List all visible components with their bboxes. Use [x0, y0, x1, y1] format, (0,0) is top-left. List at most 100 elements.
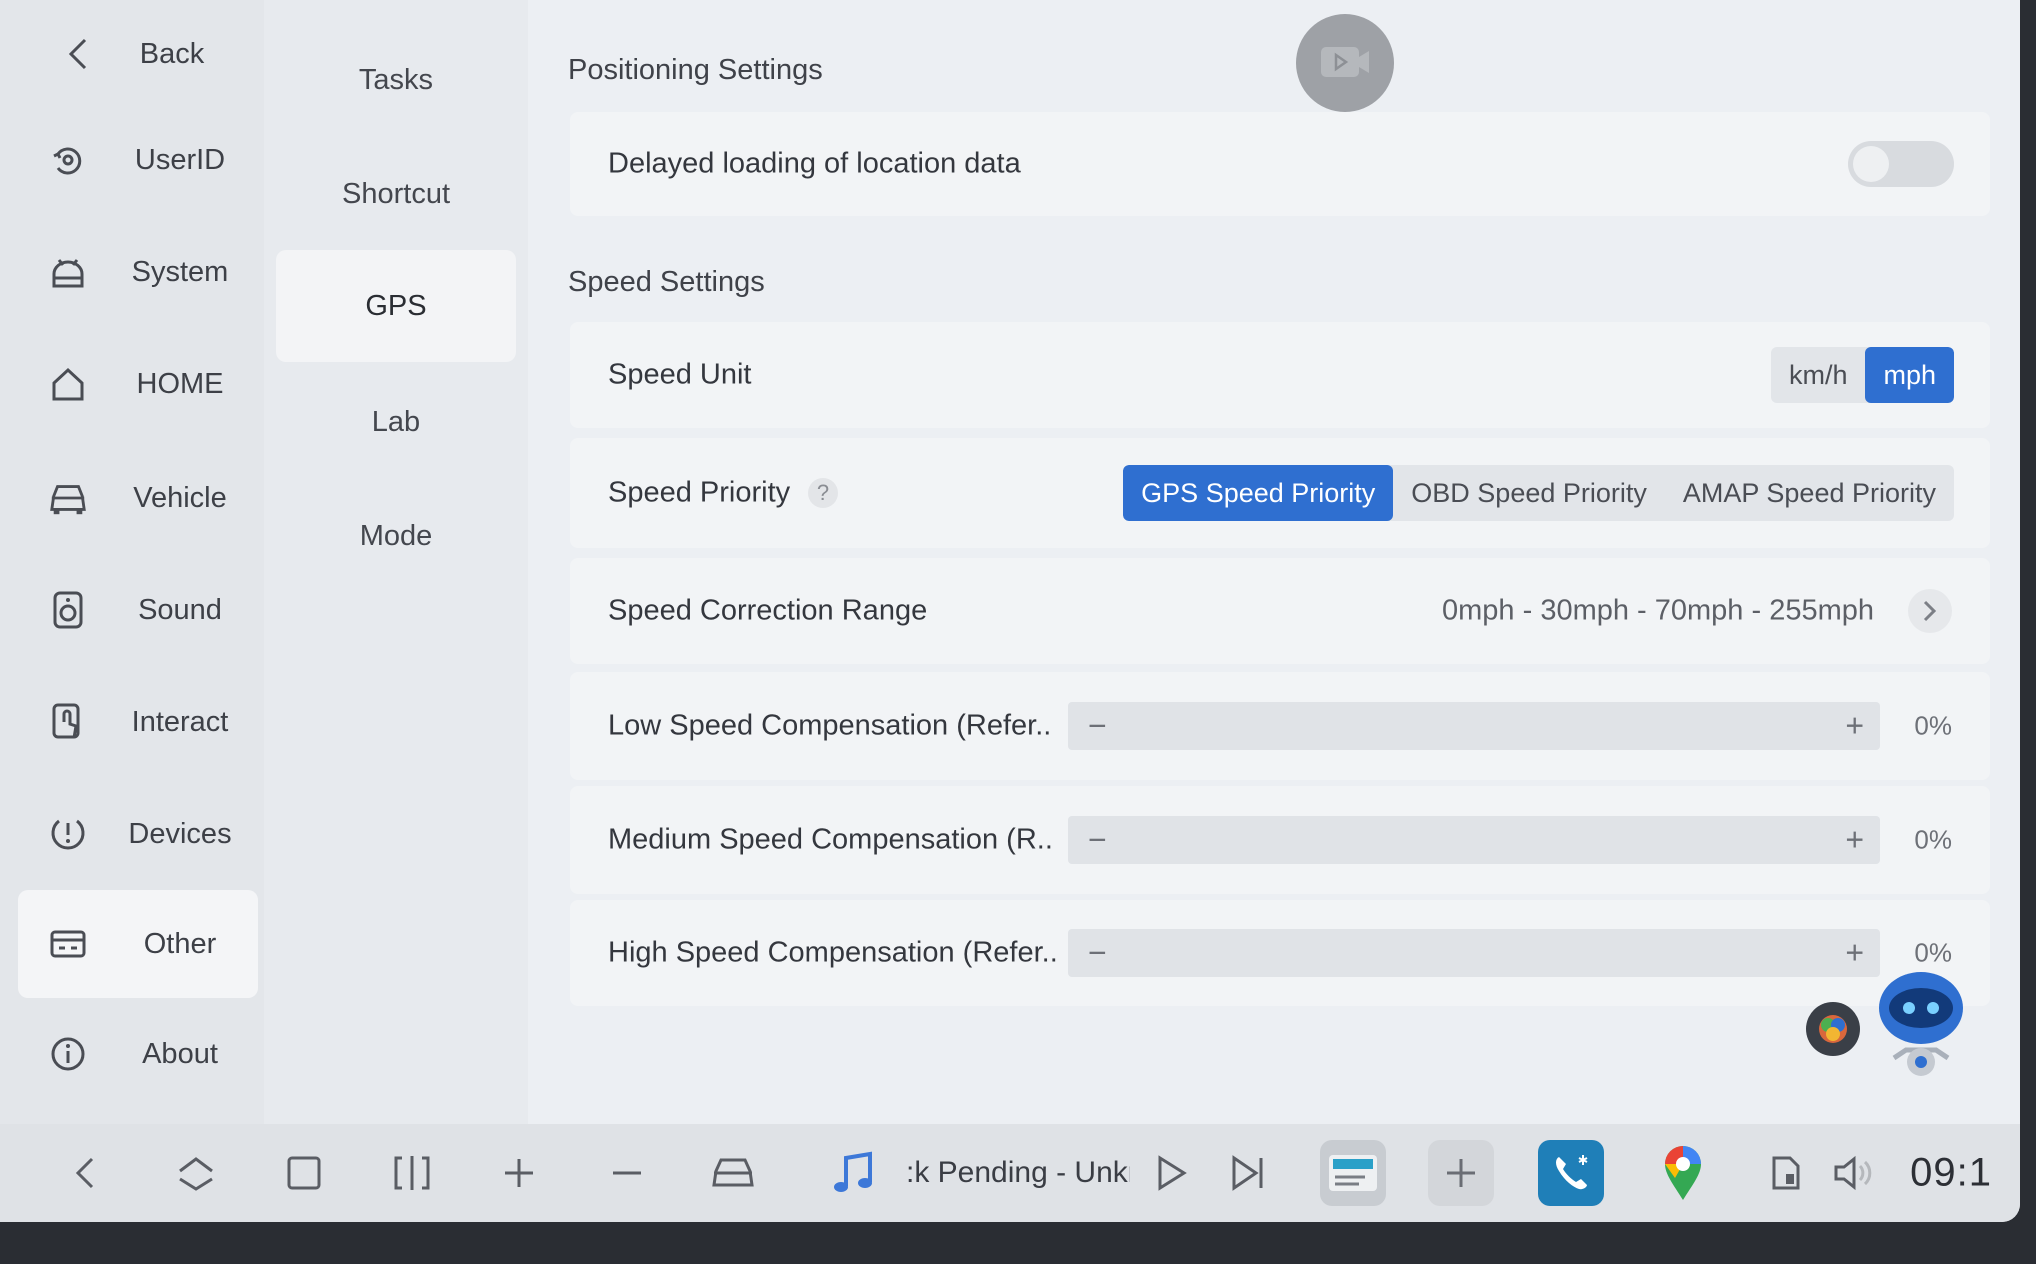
- sidebar-item-home[interactable]: HOME: [18, 330, 258, 438]
- speed-priority-segmented: GPS Speed Priority OBD Speed Priority AM…: [1123, 465, 1954, 521]
- speed-unit-label: Speed Unit: [608, 358, 752, 391]
- sidebar-item-other[interactable]: Other: [18, 890, 258, 998]
- sidebar-item-label: System: [131, 255, 229, 288]
- car-icon[interactable]: [710, 1155, 756, 1191]
- medium-speed-compensation-value: 0%: [1914, 824, 1952, 855]
- sidebar-item-devices[interactable]: Devices: [18, 780, 258, 888]
- speed-settings-title: Speed Settings: [568, 266, 765, 298]
- help-icon[interactable]: ?: [808, 478, 838, 508]
- minus-button[interactable]: −: [1088, 708, 1107, 745]
- low-speed-compensation-label: Low Speed Compensation (Refer..: [608, 709, 1052, 742]
- positioning-settings-title: Positioning Settings: [568, 54, 823, 86]
- sidebar-item-sound[interactable]: Sound: [18, 556, 258, 664]
- plus-button[interactable]: +: [1845, 935, 1864, 972]
- nav-home-icon[interactable]: [174, 1153, 218, 1193]
- obd-speed-priority-option[interactable]: OBD Speed Priority: [1393, 465, 1665, 521]
- sidebar-item-label: UserID: [134, 143, 226, 176]
- medium-speed-compensation-row: Medium Speed Compensation (R.. − + 0%: [570, 786, 1990, 894]
- medium-speed-compensation-slider[interactable]: − +: [1068, 816, 1880, 864]
- maps-pin-icon[interactable]: [1650, 1140, 1716, 1206]
- delayed-loading-toggle[interactable]: [1848, 141, 1954, 187]
- media-app-icon[interactable]: [1320, 1140, 1386, 1206]
- speaker-icon: [48, 590, 88, 630]
- low-speed-compensation-row: Low Speed Compensation (Refer.. − + 0%: [570, 672, 1990, 780]
- sidebar-item-userid[interactable]: UserID: [18, 106, 258, 214]
- skip-next-icon[interactable]: [1230, 1154, 1266, 1192]
- chevron-right-icon[interactable]: [1908, 589, 1952, 633]
- android-icon: [48, 252, 88, 292]
- sidebar-item-label: Devices: [128, 817, 232, 850]
- speed-unit-segmented: km/h mph: [1770, 347, 1954, 403]
- low-speed-compensation-value: 0%: [1914, 710, 1952, 741]
- add-app-button[interactable]: [1428, 1140, 1494, 1206]
- main-content: Positioning Settings Delayed loading of …: [528, 0, 2020, 1124]
- delayed-loading-label: Delayed loading of location data: [608, 147, 1021, 180]
- app-launcher-orb-icon[interactable]: [1806, 1002, 1860, 1056]
- user-id-icon: [48, 140, 88, 180]
- speed-priority-row: Speed Priority ? GPS Speed Priority OBD …: [570, 438, 1990, 548]
- sidebar-item-label: Sound: [138, 593, 222, 626]
- music-note-icon[interactable]: [830, 1150, 874, 1196]
- back-button[interactable]: Back: [18, 0, 258, 108]
- sidebar-item-label: Vehicle: [133, 481, 227, 514]
- sim-card-icon: [1768, 1154, 1802, 1192]
- sidebar: Back UserID System HOME Vehicle Sound In…: [0, 0, 264, 1124]
- split-screen-icon[interactable]: [392, 1154, 432, 1192]
- sidebar-item-label: Interact: [131, 705, 229, 738]
- play-icon[interactable]: [1154, 1154, 1188, 1192]
- nav-back-icon[interactable]: [70, 1153, 100, 1193]
- chevron-left-icon: [58, 34, 98, 74]
- phone-icon[interactable]: [1538, 1140, 1604, 1206]
- clock: 09:1: [1910, 1150, 1992, 1195]
- submenu-item-mode[interactable]: Mode: [276, 480, 516, 592]
- submenu-item-gps[interactable]: GPS: [276, 250, 516, 362]
- sidebar-item-label: HOME: [136, 367, 224, 400]
- amap-speed-priority-option[interactable]: AMAP Speed Priority: [1665, 465, 1954, 521]
- nav-recents-icon[interactable]: [286, 1155, 322, 1191]
- back-label: Back: [139, 37, 205, 70]
- submenu-item-lab[interactable]: Lab: [276, 366, 516, 478]
- submenu: Tasks Shortcut GPS Lab Mode: [264, 0, 528, 1124]
- submenu-item-tasks[interactable]: Tasks: [276, 24, 516, 136]
- touch-icon: [48, 702, 88, 742]
- high-speed-compensation-label: High Speed Compensation (Refer..: [608, 936, 1058, 969]
- high-speed-compensation-value: 0%: [1914, 937, 1952, 968]
- submenu-item-shortcut[interactable]: Shortcut: [276, 138, 516, 250]
- minus-button[interactable]: −: [1088, 935, 1107, 972]
- voice-assistant-icon[interactable]: [1876, 970, 1966, 1090]
- speed-correction-range-value: 0mph - 30mph - 70mph - 255mph: [1442, 594, 1874, 627]
- sidebar-item-interact[interactable]: Interact: [18, 668, 258, 776]
- volume-icon[interactable]: [1832, 1154, 1876, 1192]
- volume-down-icon[interactable]: [610, 1156, 644, 1190]
- plus-button[interactable]: +: [1845, 708, 1864, 745]
- screen: Back UserID System HOME Vehicle Sound In…: [0, 0, 2020, 1222]
- speed-priority-label: Speed Priority: [608, 476, 791, 509]
- sidebar-item-label: About: [142, 1037, 218, 1070]
- info-icon: [48, 1034, 88, 1074]
- sidebar-item-about[interactable]: About: [18, 1000, 258, 1108]
- home-icon: [48, 364, 88, 404]
- sidebar-item-label: Other: [143, 927, 217, 960]
- video-camera-icon: [1317, 39, 1373, 88]
- speed-unit-mph[interactable]: mph: [1865, 347, 1954, 403]
- screen-record-button[interactable]: [1296, 14, 1394, 112]
- car-icon: [48, 478, 88, 518]
- low-speed-compensation-slider[interactable]: − +: [1068, 702, 1880, 750]
- speed-unit-row: Speed Unit km/h mph: [570, 322, 1990, 428]
- gps-speed-priority-option[interactable]: GPS Speed Priority: [1123, 465, 1394, 521]
- minus-button[interactable]: −: [1088, 822, 1107, 859]
- volume-up-icon[interactable]: [502, 1156, 536, 1190]
- sidebar-item-vehicle[interactable]: Vehicle: [18, 444, 258, 552]
- medium-speed-compensation-label: Medium Speed Compensation (R..: [608, 823, 1053, 856]
- sidebar-item-system[interactable]: System: [18, 218, 258, 326]
- high-speed-compensation-slider[interactable]: − +: [1068, 929, 1880, 977]
- taskbar: :k Pending - Unkr 09:1: [0, 1124, 2020, 1222]
- media-title[interactable]: :k Pending - Unkr: [906, 1156, 1130, 1190]
- speed-correction-range-row[interactable]: Speed Correction Range 0mph - 30mph - 70…: [570, 558, 1990, 664]
- speed-correction-range-label: Speed Correction Range: [608, 594, 928, 627]
- delayed-loading-row: Delayed loading of location data: [570, 112, 1990, 216]
- speed-unit-kmh[interactable]: km/h: [1771, 347, 1866, 403]
- devices-icon: [48, 814, 88, 854]
- other-icon: [48, 924, 88, 964]
- plus-button[interactable]: +: [1845, 822, 1864, 859]
